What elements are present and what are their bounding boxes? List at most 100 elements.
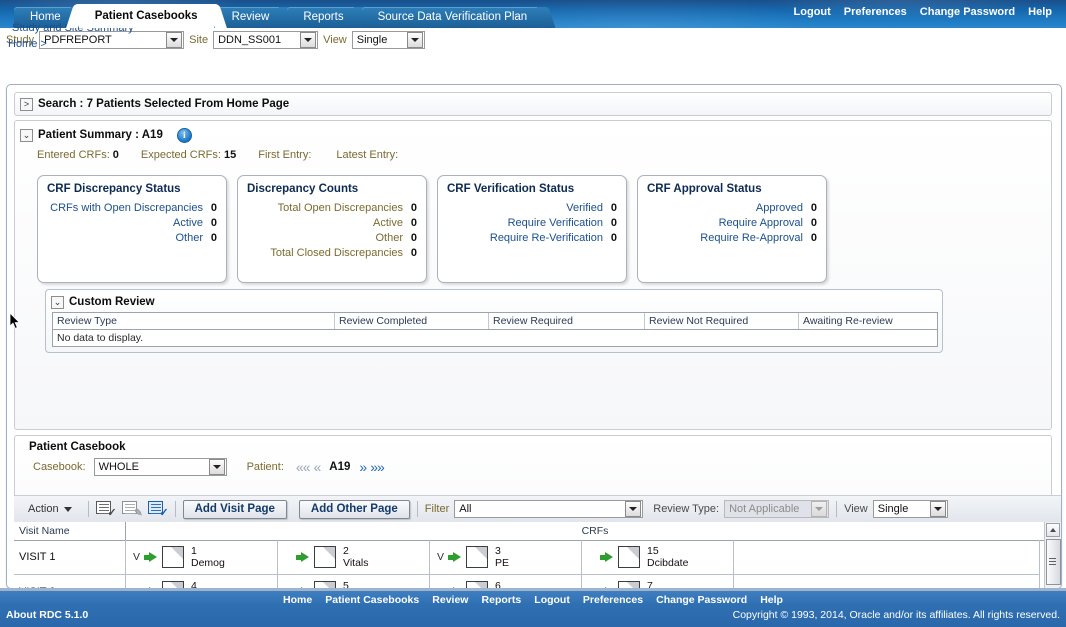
stat-first-entry: First Entry: (258, 149, 312, 161)
view-select[interactable]: Single (351, 31, 425, 49)
column-header-review-completed[interactable]: Review Completed (335, 313, 489, 329)
tab-label: Review (231, 11, 270, 23)
crf-cell-empty (734, 540, 1040, 574)
context-bar: Study PDFREPORT Site DDN_SS001 View Sing… (0, 28, 1066, 50)
crf-name: Dcibdate (647, 557, 689, 569)
patient-summary-title: Patient Summary : A19 (38, 129, 163, 141)
verified-marker: V (132, 551, 140, 563)
previous-patient-button[interactable]: « (313, 460, 321, 474)
footer-divider (0, 588, 1066, 591)
collapse-twisty-icon[interactable]: ⌄ (20, 128, 33, 142)
footer-link-patient-casebooks[interactable]: Patient Casebooks (325, 594, 419, 606)
custom-review-section: ⌄ Custom Review Review Type Review Compl… (45, 289, 943, 353)
add-other-page-button[interactable]: Add Other Page (298, 499, 410, 519)
tab-reports[interactable]: Reports (287, 7, 360, 28)
review-type-select[interactable]: Not Applicable (724, 500, 830, 518)
expand-twisty-icon[interactable]: > (20, 97, 33, 111)
patient-summary-header: ⌄ Patient Summary : A19 i (15, 121, 1051, 145)
help-link[interactable]: Help (1028, 6, 1052, 18)
crf-check-icon[interactable]: ✓ (95, 500, 117, 518)
visit-name-cell: VISIT 1 (14, 540, 126, 574)
search-section-title: Search : 7 Patients Selected From Home P… (38, 98, 290, 110)
add-visit-page-button[interactable]: Add Visit Page (182, 499, 287, 519)
table-header-row: Review Type Review Completed Review Requ… (53, 313, 937, 330)
chevron-down-icon[interactable] (208, 459, 225, 475)
chevron-down-icon[interactable] (406, 32, 423, 48)
column-header-awaiting-re-review[interactable]: Awaiting Re-review (799, 313, 935, 329)
footer-link-preferences[interactable]: Preferences (583, 594, 643, 606)
crf-cell[interactable]: V 6AE (430, 575, 582, 588)
preferences-link[interactable]: Preferences (844, 6, 907, 18)
chevron-down-icon[interactable] (166, 32, 183, 48)
patient-summary-stats: Entered CRFs: 0 Expected CRFs: 15 First En… (15, 145, 1051, 161)
crf-page-icon[interactable] (618, 546, 640, 568)
filter-select[interactable]: All (454, 500, 644, 518)
crf-page-icon[interactable] (314, 546, 336, 568)
column-header-review-required[interactable]: Review Required (489, 313, 645, 329)
card-crf-discrepancy-status: CRF Discrepancy Status CRFs with Open Di… (37, 175, 227, 283)
crf-cell[interactable]: 2 Vitals (278, 540, 430, 574)
column-header-visit-name[interactable]: Visit Name (14, 522, 126, 540)
column-header-review-not-required[interactable]: Review Not Required (645, 313, 799, 329)
crf-cell[interactable]: 15 Dcibdate (582, 540, 734, 574)
chevron-down-icon[interactable] (300, 32, 317, 48)
footer-link-review[interactable]: Review (432, 594, 468, 606)
casebook-controls: Casebook: WHOLE Patient: «« « A19 » »» (15, 453, 1051, 476)
patient-navigation: «« « A19 » »» (296, 460, 385, 474)
scroll-up-icon[interactable] (1046, 523, 1060, 537)
footer-link-logout[interactable]: Logout (534, 594, 570, 606)
scrollbar-thumb[interactable] (1045, 539, 1061, 585)
crf-cell[interactable]: V 5PE (278, 575, 430, 588)
crf-cell[interactable]: V 3 PE (430, 540, 582, 574)
footer-link-home[interactable]: Home (283, 594, 312, 606)
table-row: VISIT 1 V 1 Demog 2 Vitals V 3 PE 15 Dci… (14, 540, 1040, 575)
breadcrumb[interactable]: Home > (8, 38, 47, 50)
grid-vertical-scrollbar[interactable] (1044, 522, 1061, 588)
card-row: Require Re-Verification 0 (489, 232, 617, 244)
view-select[interactable]: Single (872, 500, 948, 518)
rdc-patient-casebooks-page: Home Patient Casebooks Review Reports So… (0, 0, 1066, 627)
info-icon[interactable]: i (176, 127, 192, 143)
tab-patient-casebooks[interactable]: Patient Casebooks (78, 4, 214, 28)
first-patient-button[interactable]: «« (296, 460, 311, 474)
action-menu-label: Action (28, 503, 59, 515)
crf-number: 2 (343, 545, 349, 557)
last-patient-button[interactable]: »» (370, 460, 385, 474)
collapse-twisty-icon[interactable]: ⌄ (51, 295, 64, 309)
footer-link-help[interactable]: Help (760, 594, 783, 606)
card-title: Discrepancy Counts (247, 183, 359, 195)
green-arrow-icon (296, 551, 310, 563)
logout-link[interactable]: Logout (794, 6, 831, 18)
footer-link-reports[interactable]: Reports (482, 594, 522, 606)
about-rdc-link[interactable]: About RDC 5.1.0 (6, 609, 88, 621)
toolbar-divider (87, 501, 89, 517)
patient-casebook-title: Patient Casebook (29, 441, 126, 453)
chevron-down-icon[interactable] (625, 501, 642, 517)
change-password-link[interactable]: Change Password (920, 6, 1015, 18)
crf-cell[interactable]: 7Hema (582, 575, 734, 588)
search-section-header[interactable]: > Search : 7 Patients Selected From Home… (14, 92, 1052, 116)
footer-link-change-password[interactable]: Change Password (656, 594, 747, 606)
crf-page-icon[interactable] (162, 546, 184, 568)
crf-page-icon[interactable] (466, 546, 488, 568)
card-title: CRF Verification Status (447, 183, 575, 195)
casebook-select[interactable]: WHOLE (93, 458, 227, 476)
crf-review-icon[interactable]: ✓ (147, 500, 169, 518)
crf-cell[interactable]: 4Vitals (126, 575, 278, 588)
crf-edit-icon[interactable]: ✎ (121, 500, 143, 519)
action-menu-button[interactable]: Action (14, 503, 81, 515)
study-select-value: PDFREPORT (44, 34, 112, 46)
main-tab-bar: Home Patient Casebooks Review Reports So… (14, 4, 545, 28)
crf-number: 15 (647, 545, 659, 557)
toolbar-divider (174, 501, 176, 517)
column-header-review-type[interactable]: Review Type (53, 313, 335, 329)
card-row: Require Re-Approval 0 (700, 232, 817, 244)
crf-cell[interactable]: V 1 Demog (126, 540, 278, 574)
site-select[interactable]: DDN_SS001 (213, 31, 319, 49)
casebook-label: Casebook: (33, 461, 86, 473)
card-row: Total Open Discrepancies 0 (277, 202, 417, 214)
chevron-down-icon[interactable] (929, 501, 946, 517)
next-patient-button[interactable]: » (359, 460, 367, 474)
tab-source-data-verification-plan[interactable]: Source Data Verification Plan (361, 7, 544, 28)
tab-label: Reports (303, 11, 344, 23)
